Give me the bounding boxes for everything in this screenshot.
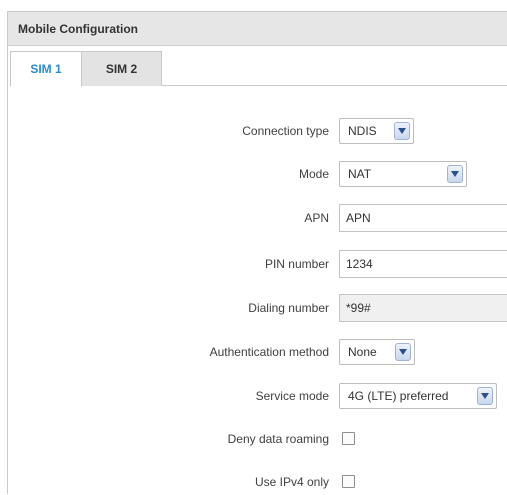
apn-control: APN [339,204,507,232]
auth-method-control: None [339,339,415,365]
service-mode-value: 4G (LTE) preferred [348,389,449,403]
deny-roaming-label: Deny data roaming [227,432,329,446]
pin-number-input[interactable]: 1234 [339,250,507,278]
chevron-down-icon [395,343,411,361]
auth-method-select[interactable]: None [339,339,415,365]
ipv4-only-row: Use IPv4 only [0,469,507,495]
chevron-down-icon [394,122,410,140]
ipv4-only-label: Use IPv4 only [254,475,329,489]
auth-method-label: Authentication method [209,345,329,359]
deny-roaming-checkbox[interactable] [342,432,355,445]
dialing-number-row: Dialing number *99# [0,294,507,322]
connection-type-control: NDIS [339,118,414,144]
chevron-down-icon [447,165,463,183]
mode-select[interactable]: NAT [339,161,467,187]
apn-label: APN [304,211,329,225]
connection-type-label: Connection type [242,124,329,138]
deny-roaming-row: Deny data roaming [0,426,507,452]
pin-number-row: PIN number 1234 [0,250,507,278]
dialing-number-control: *99# [339,294,507,322]
apn-input[interactable]: APN [339,204,507,232]
mode-control: NAT [339,161,467,187]
pin-number-label: PIN number [264,257,329,271]
pin-number-control: 1234 [339,250,507,278]
deny-roaming-control [342,426,355,452]
chevron-down-icon [477,387,493,405]
auth-method-value: None [348,345,377,359]
connection-type-value: NDIS [348,124,377,138]
apn-value: APN [346,211,371,225]
tab-sim-1[interactable]: SIM 1 [10,51,82,87]
pin-number-value: 1234 [346,257,373,271]
tab-sim-2[interactable]: SIM 2 [82,51,162,86]
auth-method-row: Authentication method None [0,339,507,365]
service-mode-label: Service mode [255,389,329,403]
mode-label: Mode [298,167,329,181]
dialing-number-value: *99# [346,301,371,315]
mode-value: NAT [348,167,372,181]
service-mode-select[interactable]: 4G (LTE) preferred [339,383,497,409]
dialing-number-label: Dialing number [248,301,329,315]
service-mode-control: 4G (LTE) preferred [339,383,497,409]
service-mode-row: Service mode 4G (LTE) preferred [0,383,507,409]
connection-type-select[interactable]: NDIS [339,118,414,144]
panel-title: Mobile Configuration [8,12,507,46]
sim-tabs: SIM 1 SIM 2 [10,51,507,87]
connection-type-row: Connection type NDIS [0,118,507,144]
mode-row: Mode NAT [0,161,507,187]
ipv4-only-checkbox[interactable] [342,475,355,488]
dialing-number-input[interactable]: *99# [339,294,507,322]
apn-row: APN APN [0,204,507,232]
ipv4-only-control [342,469,355,495]
